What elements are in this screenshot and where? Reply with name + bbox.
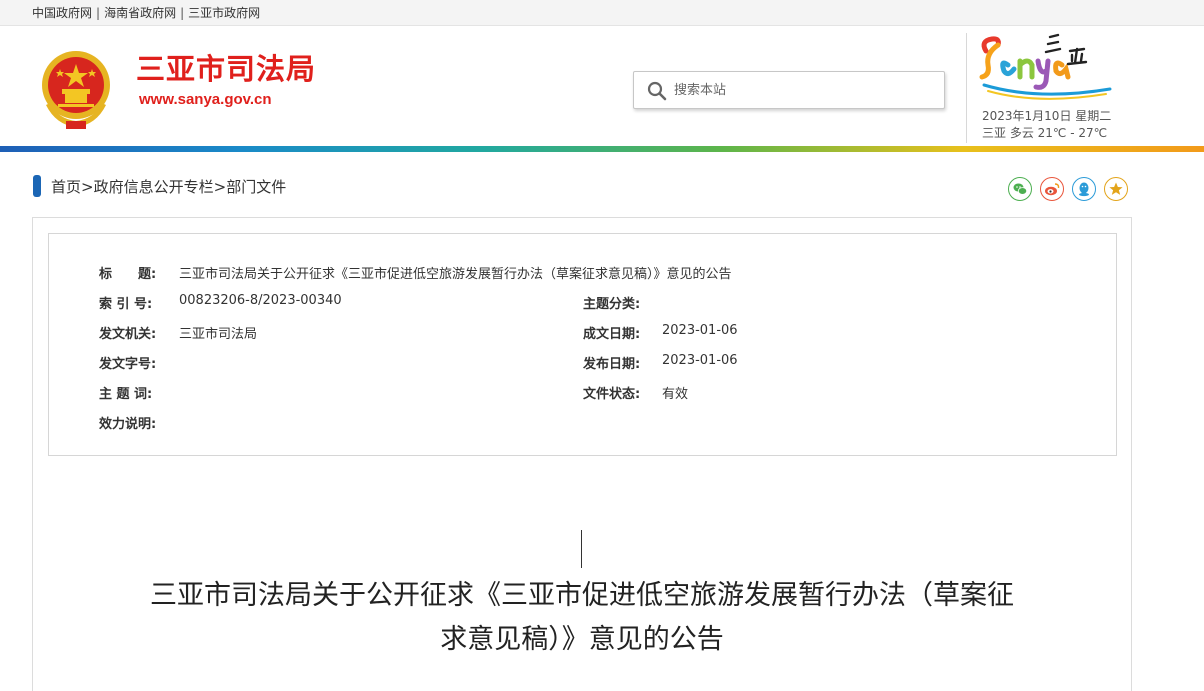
top-links-bar: 中国政府网 | 海南省政府网 | 三亚市政府网 bbox=[0, 0, 1204, 26]
meta-keywords-label: 主 题 词: bbox=[99, 387, 153, 402]
weather-info: 三亚 多云 21℃ - 27℃ bbox=[982, 126, 1108, 140]
link-separator: | bbox=[96, 6, 101, 20]
site-url[interactable]: www.sanya.gov.cn bbox=[139, 91, 272, 108]
link-sanya-gov[interactable]: 三亚市政府网 bbox=[188, 6, 260, 20]
header-divider bbox=[966, 33, 967, 143]
national-emblem-icon[interactable] bbox=[36, 47, 116, 131]
link-hainan-gov[interactable]: 海南省政府网 bbox=[104, 6, 176, 20]
document-title-line: 三亚市司法局关于公开征求《三亚市促进低空旅游发展暂行办法（草案征 bbox=[150, 580, 1014, 611]
meta-status-value: 有效 bbox=[662, 387, 689, 402]
top-links: 中国政府网 | 海南省政府网 | 三亚市政府网 bbox=[32, 4, 260, 21]
search-input[interactable] bbox=[674, 79, 934, 101]
site-name[interactable]: 三亚市司法局 bbox=[136, 46, 316, 88]
header-color-stripe bbox=[0, 146, 1204, 152]
breadcrumb-separator: > bbox=[81, 178, 94, 196]
meta-validity-label: 效力说明: bbox=[99, 417, 157, 432]
meta-category-label: 主题分类: bbox=[583, 297, 641, 312]
meta-published-label: 发布日期: bbox=[583, 357, 641, 372]
meta-created-value: 2023-01-06 bbox=[662, 323, 738, 338]
site-header: 三亚市司法局 www.sanya.gov.cn 2023年1月10日 星期二 三… bbox=[0, 27, 1204, 146]
search-icon[interactable] bbox=[646, 80, 668, 102]
meta-index-label: 索 引 号: bbox=[99, 297, 153, 312]
current-date: 2023年1月10日 星期二 bbox=[982, 109, 1112, 123]
qq-icon bbox=[1079, 182, 1089, 197]
search-box[interactable] bbox=[633, 71, 945, 109]
share-qq-button[interactable] bbox=[1072, 177, 1096, 201]
sanya-city-logo bbox=[979, 33, 1112, 100]
meta-title-value: 三亚市司法局关于公开征求《三亚市促进低空旅游发展暂行办法（草案征求意见稿）》意见… bbox=[179, 267, 732, 282]
wechat-icon bbox=[1013, 183, 1028, 195]
breadcrumb-home[interactable]: 首页 bbox=[51, 178, 81, 196]
favorite-star-icon bbox=[1109, 182, 1123, 195]
link-separator: | bbox=[180, 6, 185, 20]
share-wechat-button[interactable] bbox=[1008, 177, 1032, 201]
meta-index-value: 00823206-8/2023-00340 bbox=[179, 293, 342, 308]
breadcrumb-marker bbox=[33, 175, 41, 197]
meta-created-label: 成文日期: bbox=[583, 327, 641, 342]
meta-status-label: 文件状态: bbox=[583, 387, 641, 402]
breadcrumb: 首页>政府信息公开专栏>部门文件 bbox=[51, 176, 286, 197]
breadcrumb-current[interactable]: 部门文件 bbox=[226, 178, 286, 196]
add-favorite-button[interactable] bbox=[1104, 177, 1128, 201]
breadcrumb-section[interactable]: 政府信息公开专栏 bbox=[94, 178, 214, 196]
meta-issuer-label: 发文机关: bbox=[99, 327, 157, 342]
share-weibo-button[interactable] bbox=[1040, 177, 1064, 201]
meta-issuer-value: 三亚市司法局 bbox=[179, 327, 258, 342]
meta-title-label: 标 题: bbox=[99, 267, 157, 282]
document-title-line: 求意见稿）》意见的公告 bbox=[440, 624, 724, 655]
document-metadata-table: 标 题: 三亚市司法局关于公开征求《三亚市促进低空旅游发展暂行办法（草案征求意见… bbox=[48, 233, 1117, 456]
meta-docno-label: 发文字号: bbox=[99, 357, 157, 372]
document-title: 三亚市司法局关于公开征求《三亚市促进低空旅游发展暂行办法（草案征 求意见稿）》意… bbox=[60, 574, 1104, 662]
meta-published-value: 2023-01-06 bbox=[662, 353, 738, 368]
weibo-icon bbox=[1045, 183, 1060, 196]
breadcrumb-separator: > bbox=[213, 178, 227, 196]
text-cursor bbox=[581, 530, 582, 568]
link-gov-cn[interactable]: 中国政府网 bbox=[32, 6, 92, 20]
